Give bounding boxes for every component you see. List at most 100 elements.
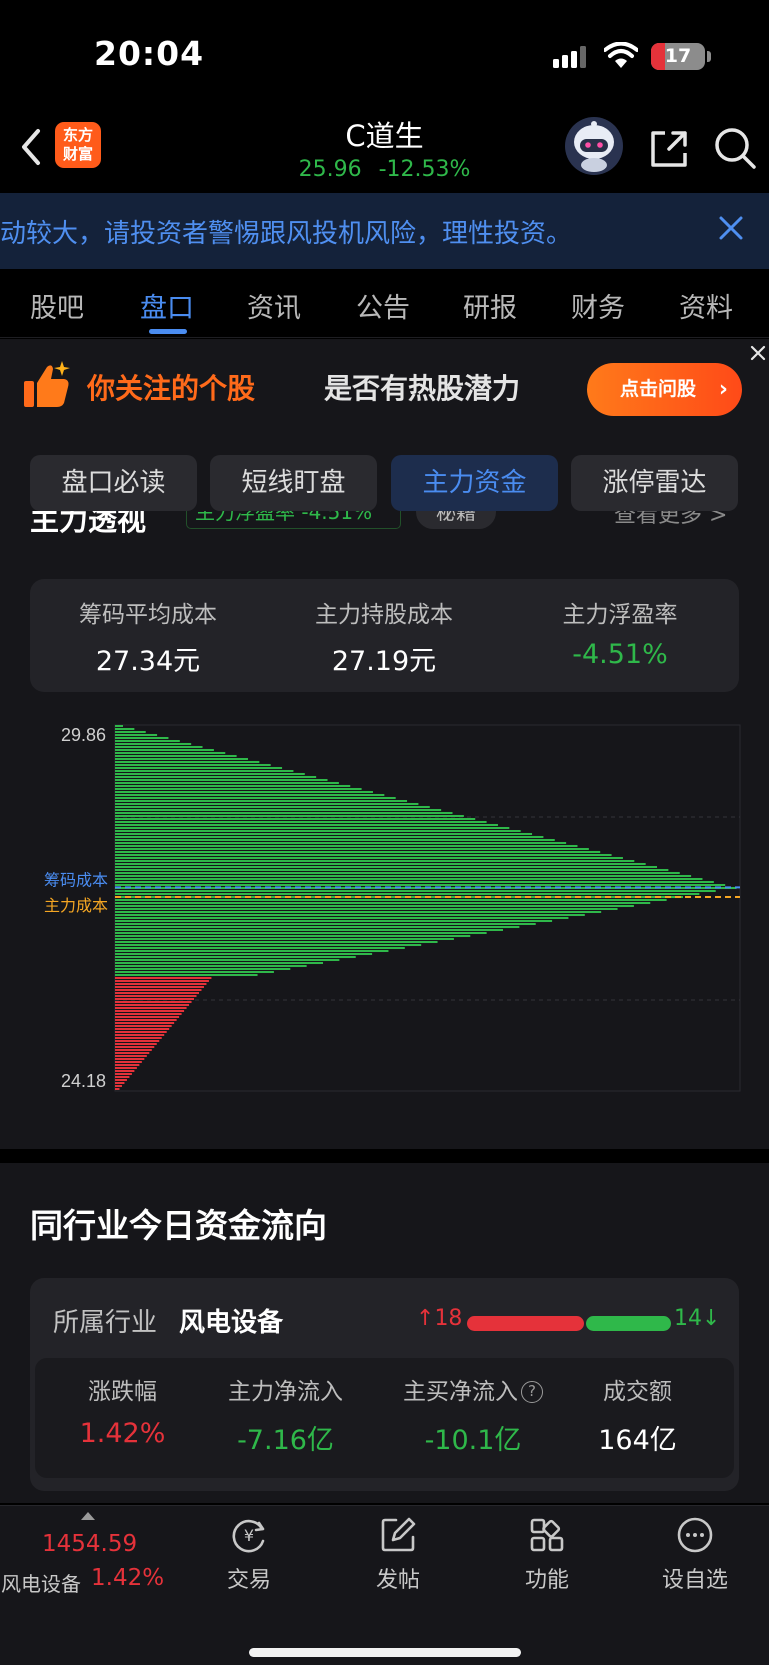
risk-notice-text: 波动较大，请投资者警惕跟风投机风险，理性投资。 xyxy=(0,219,573,249)
chip-bar xyxy=(115,833,533,835)
subtab-limit-up-radar[interactable]: 涨停雷达 xyxy=(571,455,738,511)
chip-bar xyxy=(115,869,669,871)
chip-bar xyxy=(115,1070,135,1072)
industry-index-name[interactable]: 风电设备 xyxy=(1,1568,81,1597)
ask-stock-button[interactable]: 点击问股 › xyxy=(587,363,742,416)
chip-bar xyxy=(115,902,651,904)
chip-bar xyxy=(115,725,123,727)
chip-bar xyxy=(115,926,520,928)
chip-bar xyxy=(115,935,471,937)
chip-bar xyxy=(115,971,274,973)
chip-bar xyxy=(115,1031,167,1033)
main-profit-column: 主力浮盈率 -4.51% xyxy=(502,595,738,670)
chip-bar xyxy=(115,881,714,883)
chip-bar xyxy=(115,1082,125,1084)
chip-bar xyxy=(115,908,618,910)
stat-main-inflow-value: -7.16亿 xyxy=(237,1425,334,1456)
chip-distribution-chart: 29.86 24.18 筹码成本 主力成本 xyxy=(44,724,741,1092)
trade-icon: ¥ xyxy=(232,1519,265,1553)
main-cost-column: 主力持股成本 27.19元 xyxy=(266,595,502,678)
chip-bar xyxy=(115,818,476,820)
functions-button[interactable]: 功能 xyxy=(497,1515,597,1594)
more-circle-icon xyxy=(677,1517,713,1553)
post-button[interactable]: 发帖 xyxy=(348,1515,448,1594)
tab-news[interactable]: 资讯 xyxy=(247,286,301,325)
chip-bar xyxy=(115,1037,162,1039)
subtab-must-read[interactable]: 盘口必读 xyxy=(30,455,197,511)
subtab-main-funds[interactable]: 主力资金 xyxy=(391,455,558,511)
view-more-link[interactable]: 查看更多 > xyxy=(614,511,727,529)
banner-close-icon[interactable] xyxy=(747,342,769,364)
chip-bar xyxy=(115,755,237,757)
chip-bar xyxy=(115,791,373,793)
chip-bar xyxy=(115,992,199,994)
grid-apps-icon xyxy=(530,1518,564,1552)
tab-research[interactable]: 研报 xyxy=(463,286,517,325)
main-profit-value: -4.51% xyxy=(572,639,668,670)
status-time: 20:04 xyxy=(94,34,205,73)
industry-index-change[interactable]: 1.42% xyxy=(91,1565,164,1591)
trade-button[interactable]: ¥ 交易 xyxy=(199,1515,299,1594)
chip-bar xyxy=(115,905,634,907)
status-bar: 20:04 17 xyxy=(0,0,769,105)
share-icon[interactable] xyxy=(647,127,691,171)
chip-bar xyxy=(115,800,408,802)
stat-buy-inflow-value: -10.1亿 xyxy=(424,1425,522,1456)
cost-summary-card: 筹码平均成本 27.34元 主力持股成本 27.19元 主力浮盈率 -4.51% xyxy=(30,579,739,692)
tab-pankou[interactable]: 盘口 xyxy=(140,286,194,325)
tab-guba[interactable]: 股吧 xyxy=(30,286,84,325)
help-icon[interactable]: ? xyxy=(521,1381,543,1403)
chip-bar xyxy=(115,923,536,925)
tips-pill[interactable]: 秘籍 xyxy=(416,511,496,529)
subtab-short-term[interactable]: 短线盯盘 xyxy=(210,455,377,511)
chip-bar xyxy=(115,1043,157,1045)
falling-bar xyxy=(586,1316,671,1331)
chip-bar xyxy=(115,986,204,988)
stat-turnover: 成交额 164亿 xyxy=(550,1372,725,1457)
active-tab-indicator xyxy=(149,329,187,334)
chip-bar xyxy=(115,854,612,856)
chip-bar xyxy=(115,1016,180,1018)
tab-announcements[interactable]: 公告 xyxy=(356,286,410,325)
chip-bar xyxy=(115,806,430,808)
tab-finance[interactable]: 财务 xyxy=(571,286,625,325)
main-cost-value: 27.19元 xyxy=(331,646,437,677)
close-icon[interactable] xyxy=(716,213,746,243)
tab-profile[interactable]: 资料 xyxy=(679,286,733,325)
rising-bar xyxy=(467,1316,584,1331)
pankou-panel: 你关注的个股 是否有热股潜力 点击问股 › 盘口必读 短线盯盘 主力资金 涨停雷… xyxy=(0,339,769,1149)
add-watchlist-button[interactable]: 设自选 xyxy=(645,1515,745,1594)
chip-bar xyxy=(115,731,146,733)
chip-bar xyxy=(115,797,396,799)
avg-cost-label: 筹码平均成本 xyxy=(79,602,217,628)
industry-label: 所属行业 xyxy=(53,1308,158,1338)
ai-robot-icon[interactable] xyxy=(563,115,625,177)
chip-bar xyxy=(115,761,260,763)
battery-tip xyxy=(707,51,711,62)
chip-bar xyxy=(115,956,356,958)
chip-bar xyxy=(115,950,389,952)
chip-bar xyxy=(115,770,294,772)
chip-bar xyxy=(115,884,726,886)
industry-title: 同行业今日资金流向 xyxy=(30,1206,327,1245)
chip-bar xyxy=(115,962,324,964)
chip-bar xyxy=(115,1022,175,1024)
expand-up-icon[interactable] xyxy=(81,1512,95,1520)
profit-rate-badge: 主力浮盈率 -4.51% xyxy=(186,511,401,529)
falling-count-value: 14 xyxy=(674,1306,702,1331)
chip-bar xyxy=(115,821,487,823)
chip-bar xyxy=(115,941,438,943)
chip-bar xyxy=(115,734,158,736)
search-icon[interactable] xyxy=(712,125,758,171)
chip-bar xyxy=(115,767,283,769)
industry-index-value[interactable]: 1454.59 xyxy=(42,1531,137,1557)
industry-card[interactable]: 所属行业 风电设备 ↑18 14↓ 涨跌幅 1.42% 主力净流入 -7.16亿… xyxy=(30,1278,739,1491)
chip-bar xyxy=(115,728,135,730)
main-cost-line-label: 主力成本 xyxy=(44,896,108,915)
chip-bar xyxy=(115,1019,177,1021)
chip-bar xyxy=(115,842,567,844)
chip-bar xyxy=(115,878,703,880)
chip-bar xyxy=(115,983,207,985)
svg-text:¥: ¥ xyxy=(244,1526,254,1545)
post-label: 发帖 xyxy=(375,1568,420,1593)
